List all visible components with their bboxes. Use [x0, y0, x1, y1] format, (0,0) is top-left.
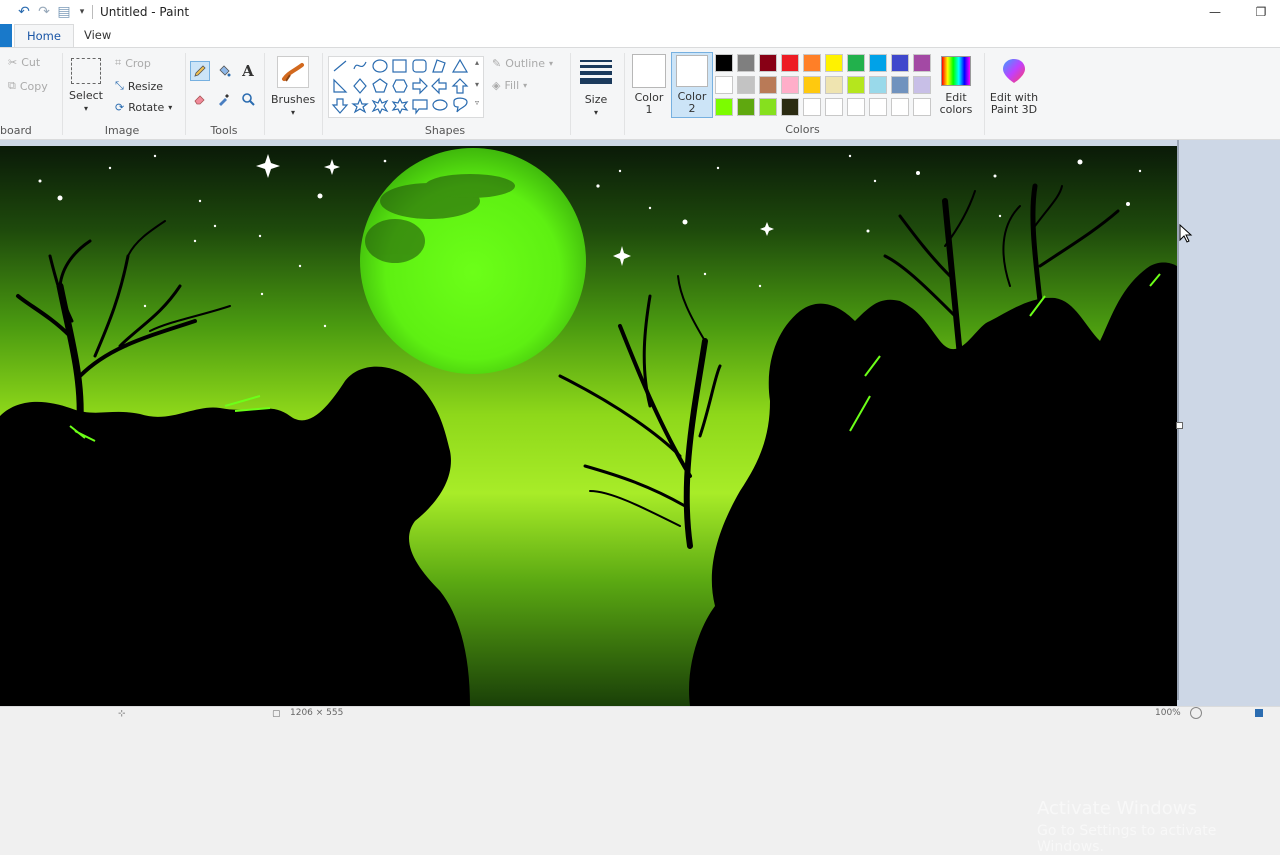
palette-swatch[interactable]: [715, 76, 733, 94]
tab-view[interactable]: View: [72, 24, 123, 47]
color2-button[interactable]: Color 2: [671, 52, 713, 118]
shapes-scroll-down-icon[interactable]: ▾: [475, 80, 479, 89]
fill-icon: ◈: [492, 79, 501, 92]
palette-swatch[interactable]: [715, 54, 733, 72]
paint3d-icon: [999, 56, 1029, 86]
color2-label-line2: 2: [688, 102, 696, 115]
tab-home[interactable]: Home: [14, 24, 74, 48]
shapes-group: ▴ ▾ ▿ ✎ Outline ▾ ◈ Fill ▾ Shapes: [0, 48, 570, 140]
color1-button[interactable]: Color 1: [629, 54, 669, 116]
activate-windows-title: Activate Windows: [1037, 798, 1197, 819]
outline-dropdown-icon: ▾: [549, 59, 554, 68]
size-label: Size: [584, 93, 608, 106]
color1-swatch: [632, 54, 666, 88]
quick-access-dropdown-icon[interactable]: ▾: [74, 4, 90, 20]
activate-windows-subtitle: Go to Settings to activate Windows.: [1037, 823, 1217, 855]
window-title: Untitled - Paint: [100, 5, 190, 19]
undo-icon[interactable]: ↶: [16, 4, 32, 20]
canvas-resize-handle[interactable]: [1176, 422, 1183, 429]
palette-swatch[interactable]: [737, 98, 755, 116]
shapes-scroll-up-icon[interactable]: ▴: [475, 58, 479, 67]
group-divider: [984, 53, 985, 135]
palette-swatch[interactable]: [869, 76, 887, 94]
title-bar: ↶ ↷ ▤ ▾ Untitled - Paint — ❐: [0, 0, 1280, 24]
edit-with-paint3d-button[interactable]: Edit with Paint 3D: [988, 56, 1040, 116]
mouse-cursor-icon: [1179, 224, 1193, 243]
size-icon: [580, 56, 612, 88]
title-separator: [92, 5, 93, 19]
canvas-size-icon: ▢: [272, 709, 281, 719]
palette-swatch[interactable]: [759, 98, 777, 116]
palette-swatch[interactable]: [803, 76, 821, 94]
shapes-gallery-icons[interactable]: [329, 57, 485, 119]
fill-button[interactable]: ◈ Fill ▾: [492, 79, 527, 92]
document-icon[interactable]: ▤: [56, 4, 72, 20]
size-dropdown-icon: ▾: [593, 108, 598, 117]
palette-swatch[interactable]: [891, 76, 909, 94]
palette-swatch[interactable]: [891, 98, 909, 116]
color1-label-line2: 1: [645, 103, 653, 116]
palette-swatch[interactable]: [913, 98, 931, 116]
palette-swatch[interactable]: [781, 54, 799, 72]
palette-swatch[interactable]: [825, 76, 843, 94]
canvas-workspace: Activate Windows Go to Settings to activ…: [0, 140, 1280, 855]
drawing-canvas[interactable]: [0, 146, 1177, 706]
colors-group-label: Colors: [785, 123, 820, 136]
palette-swatch[interactable]: [825, 98, 843, 116]
color2-swatch: [676, 55, 708, 87]
edit-colors-button[interactable]: Edit colors: [936, 56, 976, 116]
shapes-gallery: [328, 56, 484, 118]
palette-swatch[interactable]: [759, 54, 777, 72]
palette-swatch[interactable]: [825, 54, 843, 72]
group-divider: [570, 53, 571, 135]
palette-swatch[interactable]: [803, 98, 821, 116]
size-button[interactable]: Size ▾: [576, 56, 616, 119]
shapes-expand-icon[interactable]: ▿: [475, 98, 479, 107]
redo-icon[interactable]: ↷: [36, 4, 52, 20]
fill-label: Fill: [504, 79, 520, 92]
outline-label: Outline: [505, 57, 546, 70]
zoom-label: 100%: [1155, 708, 1181, 718]
fill-dropdown-icon: ▾: [523, 81, 528, 90]
minimize-button[interactable]: —: [1192, 0, 1238, 24]
palette-swatch[interactable]: [781, 98, 799, 116]
palette-swatch[interactable]: [913, 76, 931, 94]
outline-icon: ✎: [492, 57, 502, 70]
zoom-in-icon[interactable]: [1255, 709, 1263, 717]
palette-swatch[interactable]: [891, 54, 909, 72]
palette-swatch[interactable]: [715, 98, 733, 116]
palette-swatch[interactable]: [847, 54, 865, 72]
status-bar: ⊹ ▢ 1206 × 555 100%: [0, 706, 1280, 721]
restore-button[interactable]: ❐: [1238, 0, 1280, 24]
palette-swatch[interactable]: [913, 54, 931, 72]
ribbon-tabs: Home View: [0, 24, 1280, 48]
palette-swatch[interactable]: [869, 54, 887, 72]
palette-swatch[interactable]: [847, 98, 865, 116]
ribbon: ✂ Cut ⧉ Copy board Select ▾ ⌗ Crop ⤡ Resi…: [0, 47, 1280, 140]
palette-swatch[interactable]: [869, 98, 887, 116]
cursor-position-icon: ⊹: [118, 709, 126, 719]
palette-swatch[interactable]: [759, 76, 777, 94]
palette-swatch[interactable]: [737, 54, 755, 72]
edit-colors-line2: colors: [939, 103, 973, 116]
paint3d-line2: Paint 3D: [990, 103, 1038, 116]
palette-swatch[interactable]: [737, 76, 755, 94]
outline-button[interactable]: ✎ Outline ▾: [492, 57, 553, 70]
shapes-group-label: Shapes: [424, 124, 466, 137]
palette-swatch[interactable]: [781, 76, 799, 94]
file-tab[interactable]: [0, 24, 12, 47]
palette-swatch[interactable]: [847, 76, 865, 94]
canvas-size-label: 1206 × 555: [290, 708, 344, 718]
palette-swatch[interactable]: [803, 54, 821, 72]
zoom-slider-thumb[interactable]: [1190, 707, 1202, 719]
color-spectrum-icon: [941, 56, 971, 86]
left-hill-silhouette: [0, 366, 470, 706]
